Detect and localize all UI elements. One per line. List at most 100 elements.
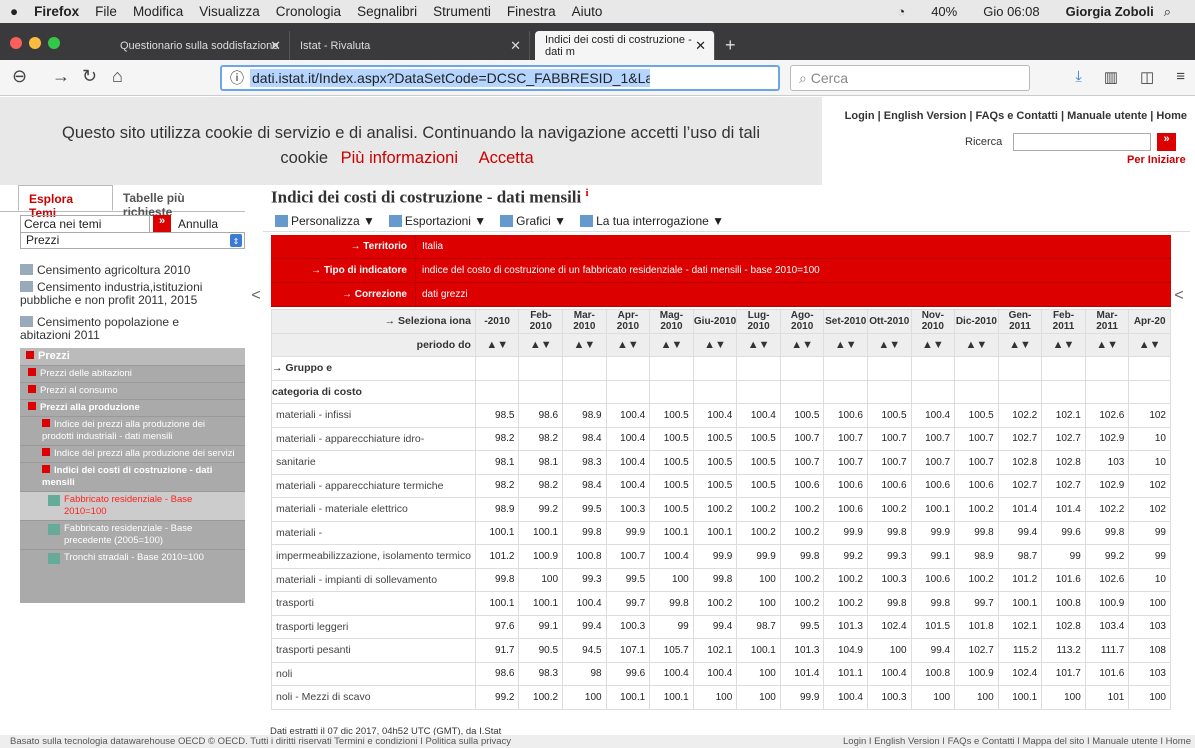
cerca-temi-button[interactable]: » xyxy=(153,215,171,233)
tree-item-ind-prod[interactable]: Indice dei prezzi alla produzione dei pr… xyxy=(20,416,245,445)
period-header[interactable]: Set-2010 xyxy=(823,309,868,334)
back-icon[interactable]: ⊖ xyxy=(12,66,27,87)
gruppo-label[interactable]: → Gruppo e xyxy=(271,356,476,381)
period-header[interactable]: Lug-2010 xyxy=(736,309,781,334)
sidebar-item-censimento-agricoltura[interactable]: Censimento agricoltura 2010 xyxy=(20,264,190,277)
menu-file[interactable]: File xyxy=(95,4,117,19)
info-icon[interactable]: i xyxy=(586,187,589,199)
period-header[interactable]: Feb-2010 xyxy=(518,309,564,334)
zoom-window-icon[interactable] xyxy=(48,37,60,49)
sort-arrows-icon[interactable]: ▲▼ xyxy=(1128,332,1171,357)
tab-esplora-temi[interactable]: Esplora Temi xyxy=(18,185,113,220)
user-name[interactable]: Giorgia Zoboli xyxy=(1066,4,1154,19)
collapse-right-icon[interactable]: < xyxy=(1168,236,1190,356)
period-header[interactable]: Dic-2010 xyxy=(954,309,999,334)
menu-strumenti[interactable]: Strumenti xyxy=(433,4,491,19)
sort-arrows-icon[interactable]: ▲▼ xyxy=(910,332,956,357)
sort-arrows-icon[interactable]: ▲▼ xyxy=(1041,332,1086,357)
new-tab-icon[interactable]: + xyxy=(725,35,736,56)
sort-arrows-icon[interactable]: ▲▼ xyxy=(518,332,564,357)
tree-item-tronchi[interactable]: Tronchi stradali - Base 2010=100 xyxy=(20,549,245,566)
sidebar-icon[interactable]: ◫ xyxy=(1140,68,1154,86)
tree-item-produzione[interactable]: Prezzi alla produzione xyxy=(20,399,245,416)
period-header[interactable]: Giu-2010 xyxy=(692,309,738,334)
correzione-label[interactable]: → Correzione xyxy=(271,282,416,307)
grafici-menu[interactable]: Grafici ▼ xyxy=(500,214,566,228)
tab-rivaluta[interactable]: Istat - Rivaluta ✕ xyxy=(290,31,530,60)
menu-aiuto[interactable]: Aiuto xyxy=(572,4,603,19)
sort-arrows-icon[interactable]: ▲▼ xyxy=(997,332,1043,357)
tree-item-abitazioni[interactable]: Prezzi delle abitazioni xyxy=(20,365,245,382)
battery-percent[interactable]: 40% xyxy=(931,4,957,19)
period-header[interactable]: Mar-2010 xyxy=(562,309,607,334)
site-top-links[interactable]: Login | English Version | FAQs e Contatt… xyxy=(845,110,1187,122)
footer-right-links[interactable]: Login I English Version I FAQs e Contatt… xyxy=(843,735,1191,748)
close-tab-icon[interactable]: ✕ xyxy=(695,38,706,54)
period-header[interactable]: Mag-2010 xyxy=(649,309,694,334)
download-icon[interactable]: ⤓ xyxy=(1075,68,1082,86)
tree-item-fab2010[interactable]: Fabbricato residenziale - Base 2010=100 xyxy=(20,491,245,520)
sort-arrows-icon[interactable]: ▲▼ xyxy=(866,332,912,357)
ricerca-button[interactable]: » xyxy=(1157,133,1176,151)
sort-arrows-icon[interactable]: ▲▼ xyxy=(954,332,999,357)
sidebar-item-censimento-industria[interactable]: Censimento industria,istituzioni pubblic… xyxy=(20,281,240,307)
sort-arrows-icon[interactable]: ▲▼ xyxy=(474,332,520,357)
theme-select[interactable]: Prezzi ⇕ xyxy=(20,232,245,249)
apple-icon[interactable]: ● xyxy=(10,4,18,19)
annulla-link[interactable]: Annulla xyxy=(178,217,218,231)
menu-cronologia[interactable]: Cronologia xyxy=(276,4,341,19)
tab-tabelle-richieste[interactable]: Tabelle più richieste xyxy=(113,185,245,219)
tipo-label[interactable]: → Tipo di indicatore xyxy=(271,258,416,283)
close-window-icon[interactable] xyxy=(10,37,22,49)
wifi-icon[interactable]: ◔ xyxy=(897,4,905,19)
sort-arrows-icon[interactable]: ▲▼ xyxy=(736,332,781,357)
period-header[interactable]: Apr-20 xyxy=(1128,309,1171,334)
cookie-more-link[interactable]: Più informazioni xyxy=(341,149,458,167)
seleziona-periodo-label[interactable]: → Seleziona iona xyxy=(271,309,476,334)
menu-finestra[interactable]: Finestra xyxy=(507,4,556,19)
period-header[interactable]: Ott-2010 xyxy=(866,309,912,334)
menu-segnalibri[interactable]: Segnalibri xyxy=(357,4,417,19)
period-header[interactable]: Mar-2011 xyxy=(1084,309,1130,334)
minimize-window-icon[interactable] xyxy=(29,37,41,49)
menu-visualizza[interactable]: Visualizza xyxy=(199,4,260,19)
cookie-accept-button[interactable]: Accetta xyxy=(479,149,534,167)
tree-item-costi[interactable]: Indici dei costi di costruzione - dati m… xyxy=(20,462,245,491)
personalizza-menu[interactable]: Personalizza ▼ xyxy=(275,214,375,228)
period-header[interactable]: Apr-2010 xyxy=(605,309,651,334)
app-menu[interactable]: Firefox xyxy=(34,4,79,19)
tree-item-consumo[interactable]: Prezzi al consumo xyxy=(20,382,245,399)
url-text[interactable]: dati.istat.it/Index.aspx?DataSetCode=DCS… xyxy=(250,69,650,87)
period-header[interactable]: Feb-2011 xyxy=(1041,309,1086,334)
home-icon[interactable]: ⌂ xyxy=(112,66,123,87)
sort-arrows-icon[interactable]: ▲▼ xyxy=(1084,332,1130,357)
tab-indici[interactable]: Indici dei costi di costruzione - dati m… xyxy=(535,31,715,60)
sort-arrows-icon[interactable]: ▲▼ xyxy=(779,332,825,357)
tab-questionario[interactable]: Questionario sulla soddisfazione ✕ xyxy=(110,31,290,60)
footer-left-text[interactable]: Basato sulla tecnologia datawarehouse OE… xyxy=(10,736,511,747)
tree-item-fab2005[interactable]: Fabbricato residenziale - Base precedent… xyxy=(20,520,245,549)
tree-header-prezzi[interactable]: Prezzi xyxy=(20,348,245,365)
reload-icon[interactable]: ↻ xyxy=(82,66,97,87)
interrogazione-menu[interactable]: La tua interrogazione ▼ xyxy=(580,214,724,228)
collapse-left-icon[interactable]: < xyxy=(245,236,267,356)
esportazioni-menu[interactable]: Esportazioni ▼ xyxy=(388,214,486,228)
sort-arrows-icon[interactable]: ▲▼ xyxy=(562,332,607,357)
info-icon[interactable]: ⓘ xyxy=(230,68,244,88)
search-input[interactable]: ⌕ Cerca xyxy=(790,65,1030,91)
period-header[interactable]: Gen-2011 xyxy=(997,309,1043,334)
ricerca-input[interactable] xyxy=(1013,133,1151,151)
menu-modifica[interactable]: Modifica xyxy=(133,4,183,19)
close-tab-icon[interactable]: ✕ xyxy=(510,38,521,54)
sort-arrows-icon[interactable]: ▲▼ xyxy=(692,332,738,357)
tree-item-ind-serv[interactable]: Indice dei prezzi alla produzione dei se… xyxy=(20,445,245,462)
spotlight-icon[interactable]: ⌕ xyxy=(1164,4,1171,20)
sidebar-item-censimento-popolazione[interactable]: Censimento popolazione e abitazioni 2011 xyxy=(20,316,220,342)
sort-arrows-icon[interactable]: ▲▼ xyxy=(649,332,694,357)
period-header[interactable]: Ago-2010 xyxy=(779,309,825,334)
period-header[interactable]: Nov-2010 xyxy=(910,309,956,334)
library-icon[interactable]: ▥ xyxy=(1104,68,1118,86)
clock[interactable]: Gio 06:08 xyxy=(983,4,1039,19)
period-header[interactable]: -2010 xyxy=(474,309,520,334)
cerca-temi-input[interactable]: Cerca nei temi xyxy=(20,215,150,233)
